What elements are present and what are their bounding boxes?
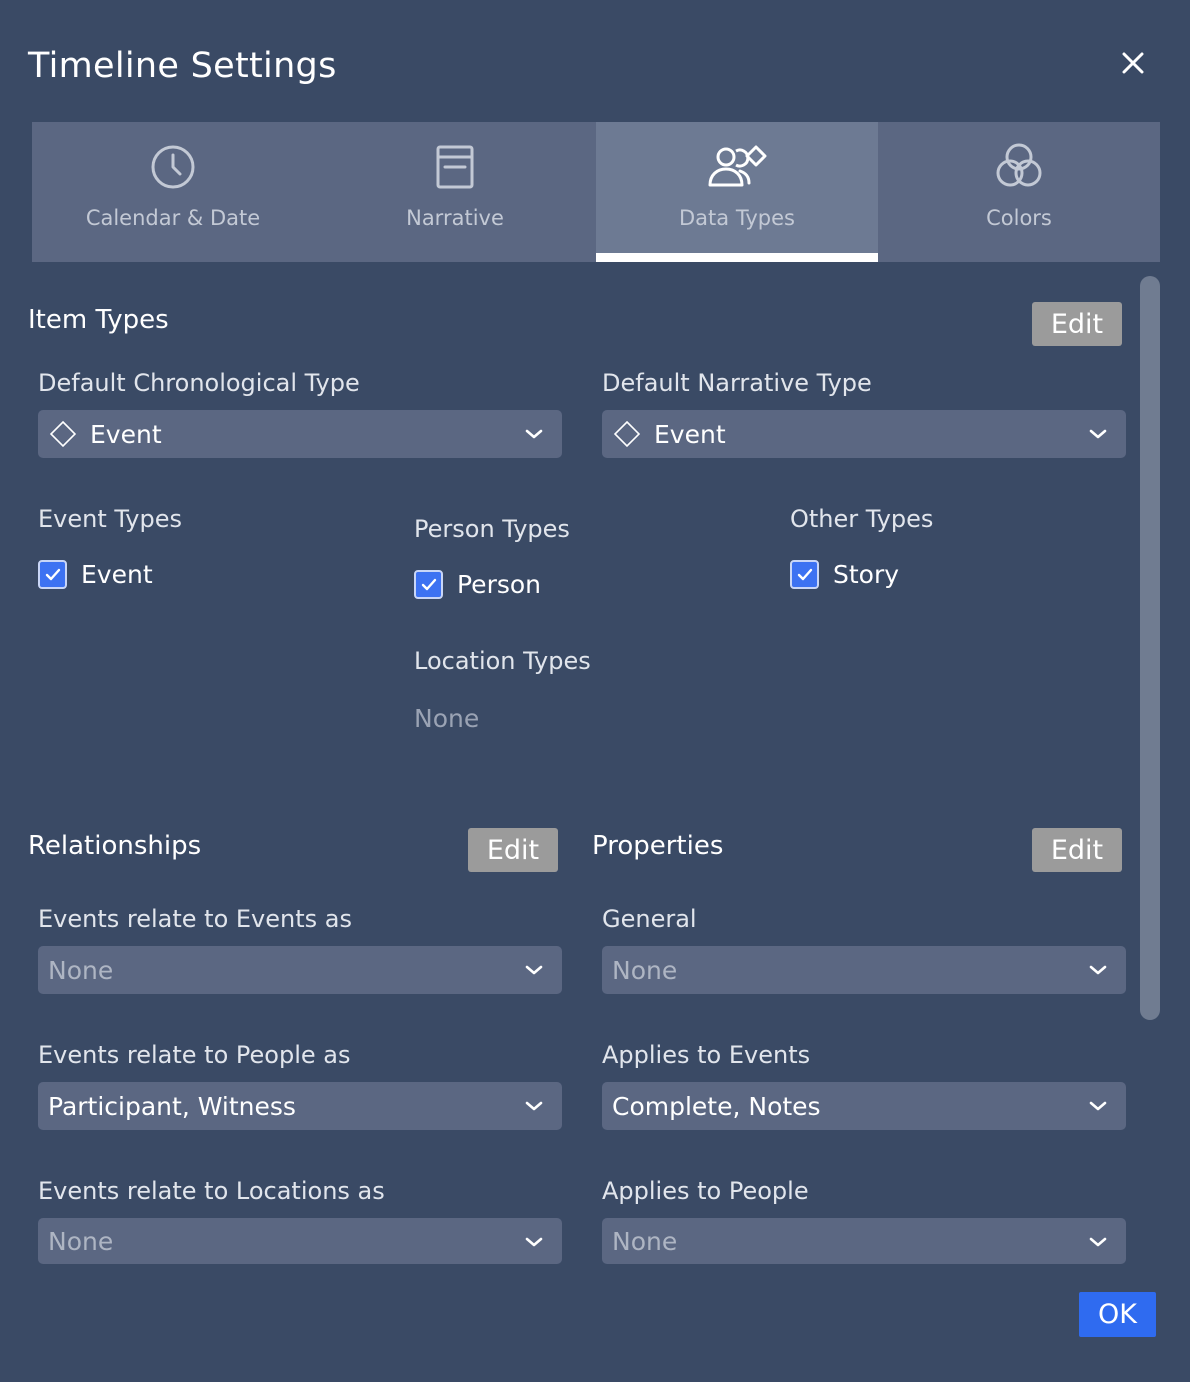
select-value: Complete, Notes [612,1091,821,1121]
other-type-checkbox-story[interactable]: Story [790,560,899,589]
chevron-down-icon [525,1101,543,1111]
events-to-events-label: Events relate to Events as [38,905,352,933]
chevron-down-icon [525,429,543,439]
settings-tab-bar: Calendar & Date Narrative Data Types Col… [32,122,1160,262]
tab-label: Colors [986,206,1052,230]
event-type-checkbox-event[interactable]: Event [38,560,153,589]
checkmark-icon [45,568,60,580]
properties-title: Properties [592,831,724,861]
book-icon [436,145,474,189]
chevron-down-icon [1089,1101,1107,1111]
people-diamond-icon [708,145,767,187]
tab-label: Narrative [406,206,504,230]
checkbox-label: Event [81,560,153,589]
person-type-checkbox-person[interactable]: Person [414,570,541,599]
applies-to-people-select[interactable]: None [602,1218,1126,1264]
applies-to-events-select[interactable]: Complete, Notes [602,1082,1126,1130]
default-narrative-type-label: Default Narrative Type [602,369,872,397]
checkbox-label: Story [833,560,900,589]
chevron-down-icon [525,965,543,975]
default-chronological-type-label: Default Chronological Type [38,369,360,397]
select-value: Event [90,419,162,449]
events-to-locations-label: Events relate to Locations as [38,1177,385,1205]
checkmark-icon [797,568,812,580]
select-value: None [48,955,114,985]
general-properties-select[interactable]: None [602,946,1126,994]
select-value: Event [654,419,726,449]
events-to-people-label: Events relate to People as [38,1041,351,1069]
default-chronological-type-select[interactable]: Event [38,410,562,458]
tab-label: Calendar & Date [85,206,261,230]
clock-icon [151,145,195,189]
item-types-edit-button[interactable]: Edit [1032,302,1122,346]
dialog-title: Timeline Settings [28,46,337,86]
relationships-title: Relationships [28,831,202,861]
color-circles-icon [996,143,1042,187]
tab-colors[interactable]: Colors [878,122,1160,262]
other-types-title: Other Types [790,505,934,533]
ok-button[interactable]: OK [1079,1292,1156,1337]
select-value: None [612,955,678,985]
location-types-empty: None [414,704,480,733]
chevron-down-icon [1089,965,1107,975]
item-types-title: Item Types [28,305,169,335]
tab-data-types[interactable]: Data Types [596,122,878,262]
default-narrative-type-select[interactable]: Event [602,410,1126,458]
diamond-icon [50,421,76,447]
applies-to-people-label: Applies to People [602,1177,809,1205]
events-to-events-select[interactable]: None [38,946,562,994]
events-to-people-select[interactable]: Participant, Witness [38,1082,562,1130]
relationships-edit-button[interactable]: Edit [468,828,558,872]
diamond-icon [614,421,640,447]
checkmark-icon [421,578,436,590]
person-types-title: Person Types [414,515,570,543]
applies-to-events-label: Applies to Events [602,1041,811,1069]
events-to-locations-select[interactable]: None [38,1218,562,1264]
chevron-down-icon [525,1237,543,1247]
location-types-title: Location Types [414,647,591,675]
close-icon [1122,52,1144,74]
tab-calendar-date[interactable]: Calendar & Date [32,122,314,262]
select-value: None [48,1226,114,1256]
event-types-title: Event Types [38,505,183,533]
general-properties-label: General [602,905,697,933]
properties-edit-button[interactable]: Edit [1032,828,1122,872]
chevron-down-icon [1089,1237,1107,1247]
tab-label: Data Types [679,206,795,230]
close-button[interactable] [1116,46,1150,80]
checkbox-label: Person [457,570,542,599]
chevron-down-icon [1089,429,1107,439]
select-value: None [612,1226,678,1256]
select-value: Participant, Witness [48,1091,296,1121]
scrollbar[interactable] [1140,276,1160,1020]
tab-narrative[interactable]: Narrative [314,122,596,262]
